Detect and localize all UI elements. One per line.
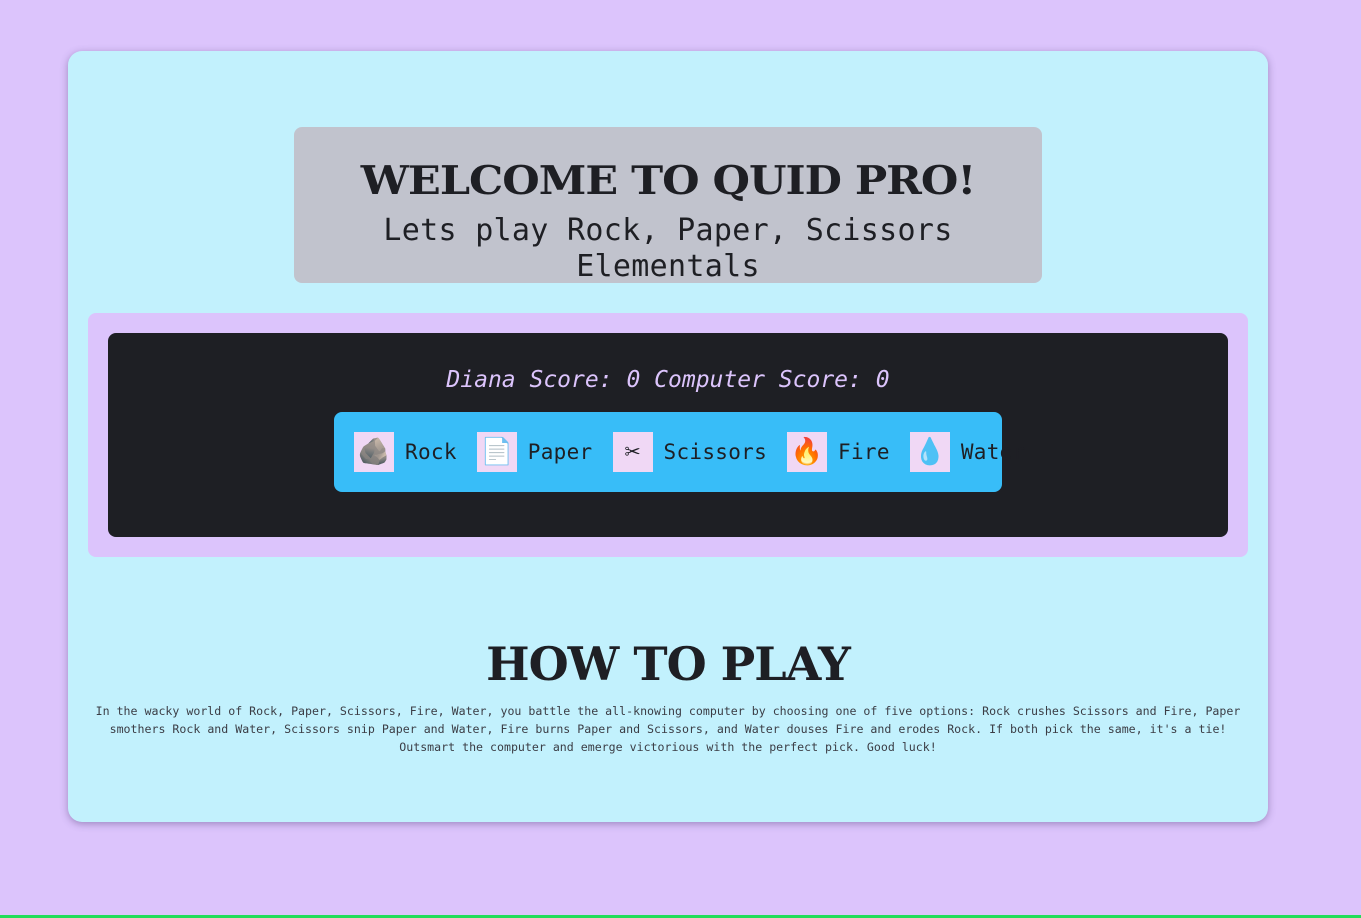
game-panel: Diana Score: 0 Computer Score: 0 🪨 Rock … — [108, 333, 1228, 537]
paper-icon: 📄 — [476, 432, 517, 472]
choice-label: Fire — [838, 440, 890, 464]
choice-paper-button[interactable]: 📄 Paper — [476, 432, 593, 472]
player-score-label: Diana Score: — [446, 367, 613, 393]
scissors-icon: ✂ — [612, 432, 653, 472]
computer-score: 0 — [875, 367, 890, 393]
choice-water-button[interactable]: 💧 Water — [909, 432, 1026, 472]
choice-label: Rock — [405, 440, 457, 464]
how-to-play-heading: HOW TO PLAY — [486, 637, 851, 691]
choice-scissors-button[interactable]: ✂ Scissors — [612, 432, 768, 472]
choice-rock-button[interactable]: 🪨 Rock — [354, 432, 457, 472]
game-card: WELCOME TO QUID PRO! Lets play Rock, Pap… — [68, 51, 1268, 822]
computer-score-label: Computer Score: — [654, 367, 862, 393]
choice-fire-button[interactable]: 🔥 Fire — [787, 432, 890, 472]
rock-icon: 🪨 — [354, 432, 394, 472]
page-title: WELCOME TO QUID PRO! — [360, 158, 976, 204]
choice-label: Water — [960, 440, 1026, 464]
player-score: 0 — [626, 367, 641, 393]
page-subtitle: Lets play Rock, Paper, Scissors Elementa… — [383, 213, 953, 284]
water-icon: 💧 — [909, 432, 950, 472]
how-to-play-text: In the wacky world of Rock, Paper, Sciss… — [95, 704, 1241, 754]
fire-icon: 🔥 — [787, 432, 828, 472]
scoreboard: Diana Score: 0 Computer Score: 0 — [108, 365, 1228, 395]
choices-bar: 🪨 Rock 📄 Paper ✂ Scissors 🔥 Fire 💧 Water — [334, 412, 1025, 492]
welcome-header: WELCOME TO QUID PRO! Lets play Rock, Pap… — [294, 127, 1042, 284]
choice-label: Scissors — [663, 440, 768, 464]
game-panel-frame: Diana Score: 0 Computer Score: 0 🪨 Rock … — [88, 313, 1248, 557]
choice-label: Paper — [527, 440, 593, 464]
